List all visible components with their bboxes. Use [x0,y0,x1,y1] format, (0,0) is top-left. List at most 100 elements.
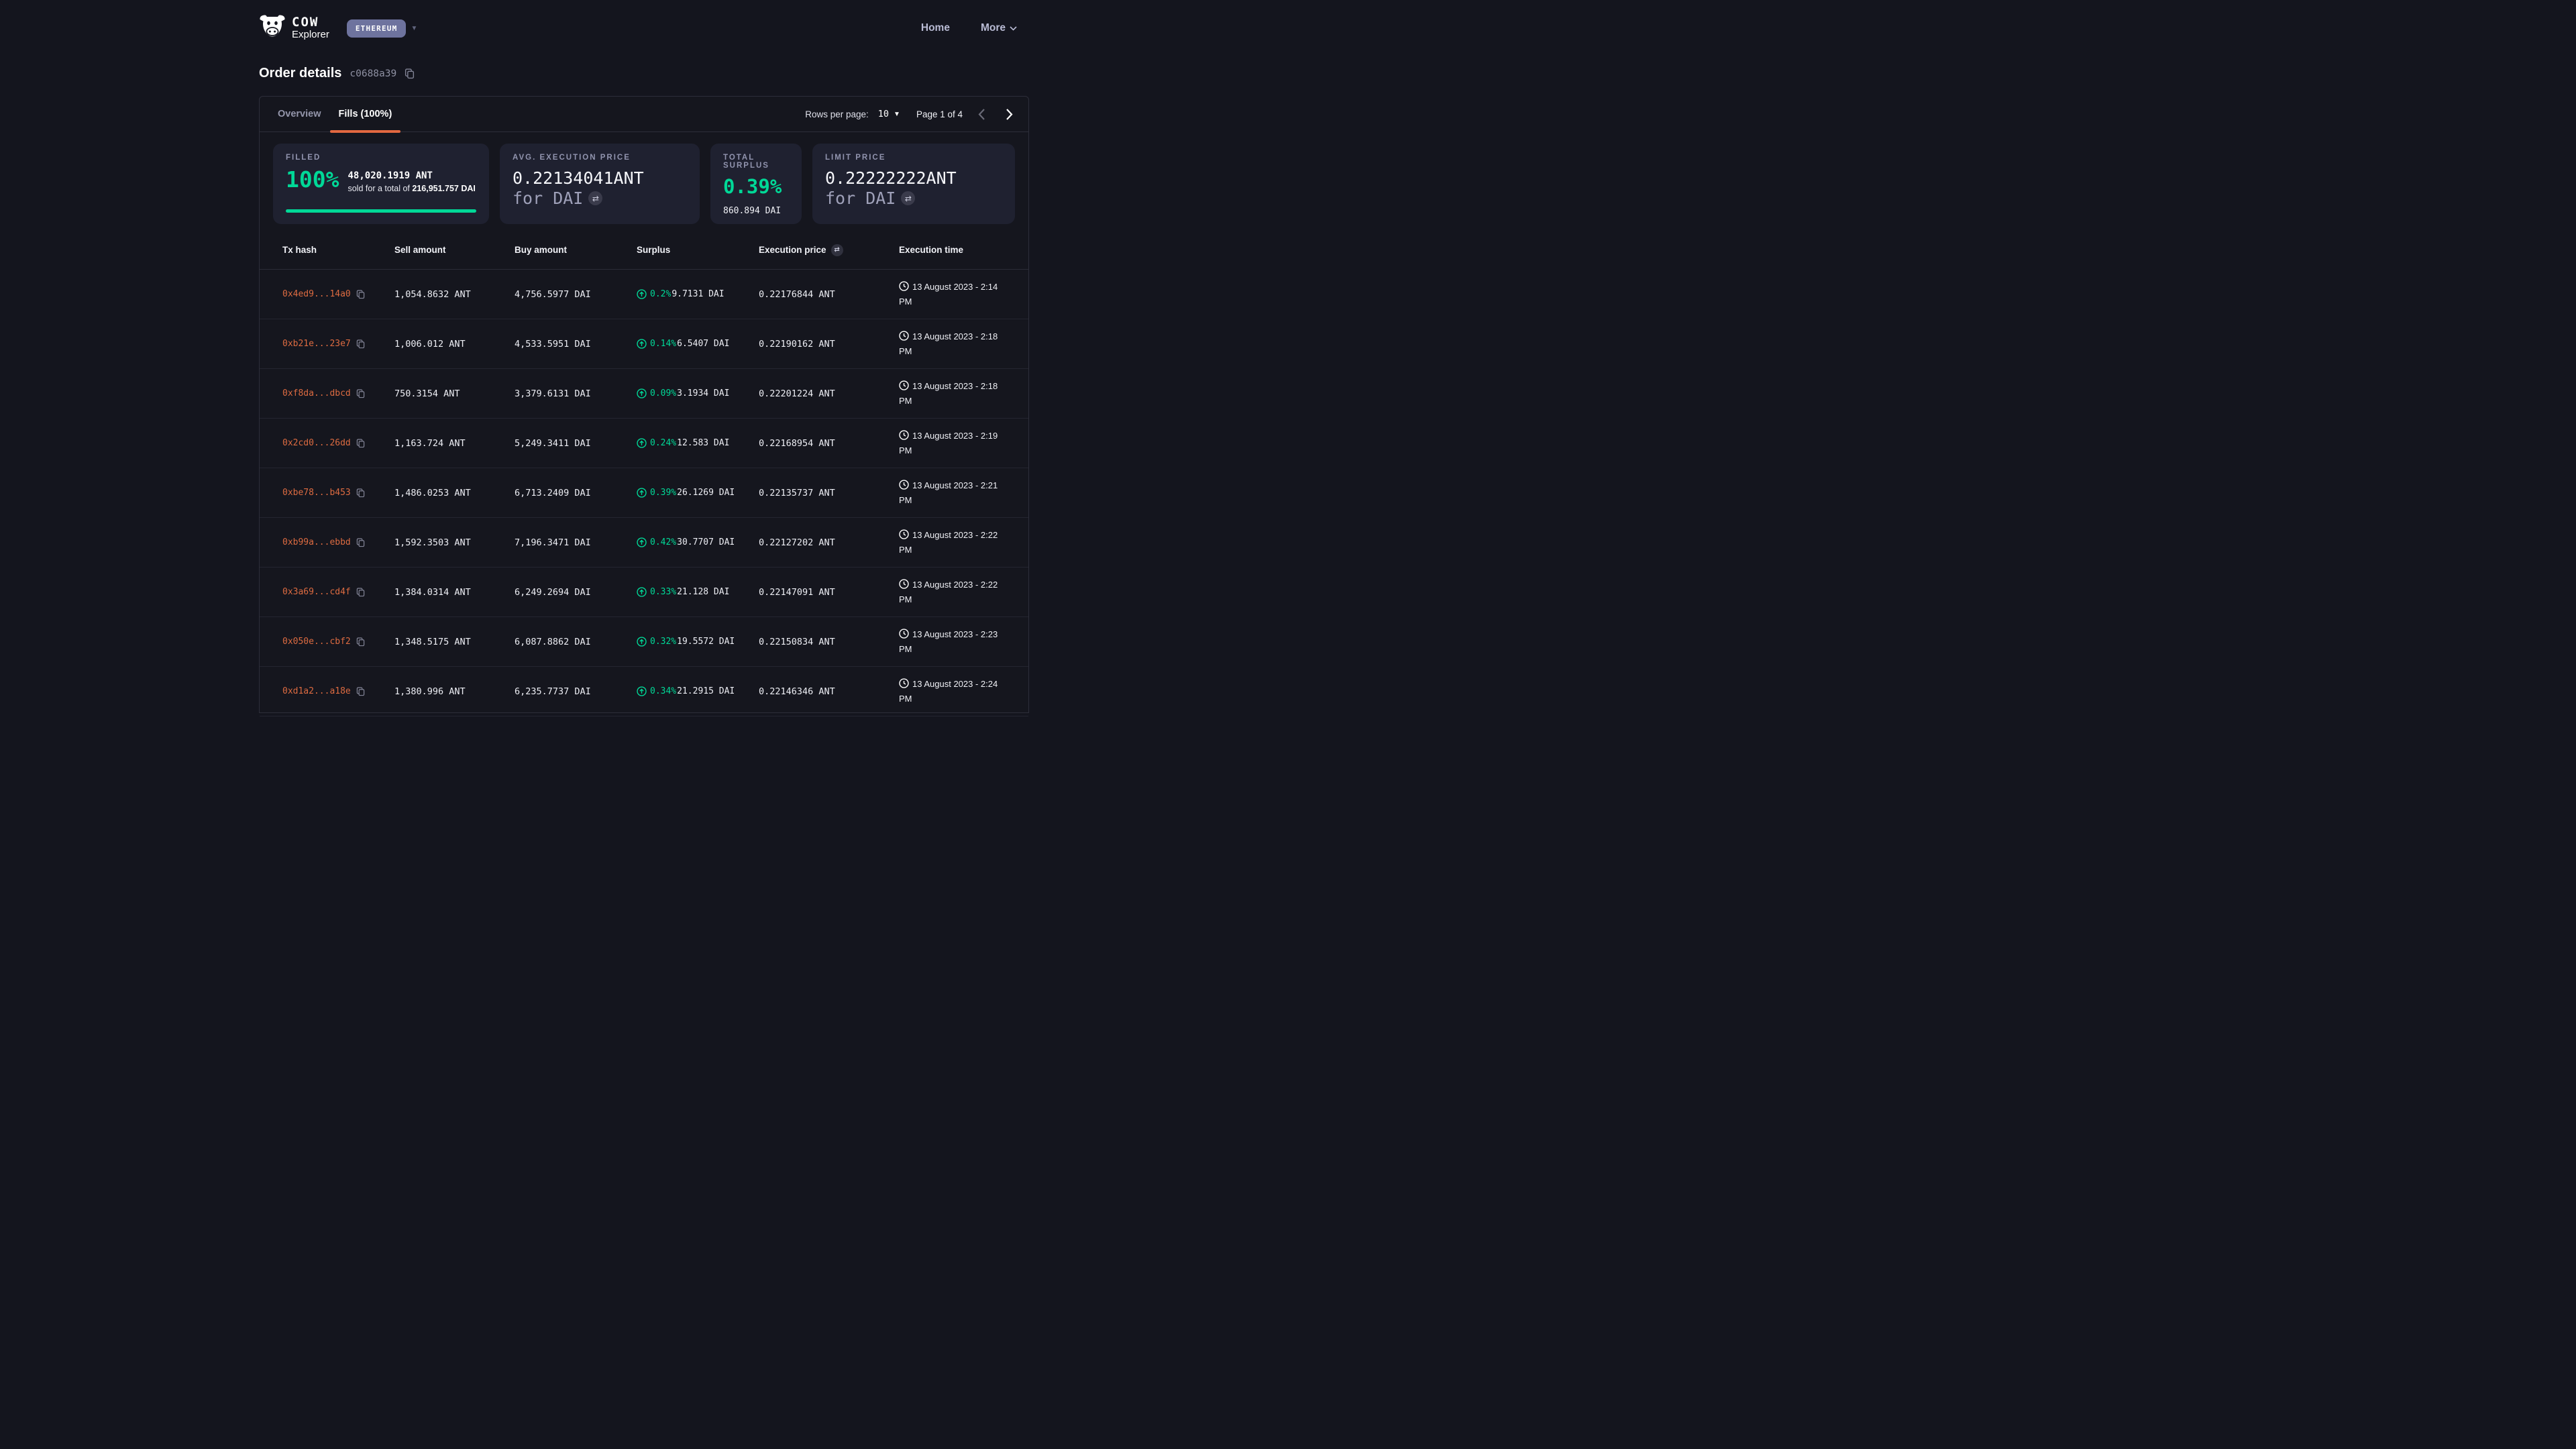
surplus-percent: 0.33% [650,587,676,597]
surplus-up-icon [637,388,647,398]
surplus-percent: 0.42% [650,537,676,547]
clock-icon [899,380,909,394]
logo-word-explorer: Explorer [292,30,329,40]
swap-price-icon[interactable]: ⇄ [831,244,843,256]
surplus-amount: 6.5407 DAI [677,339,729,349]
network-caret-icon[interactable]: ▼ [411,25,417,32]
surplus-amount: 3.1934 DAI [677,388,729,398]
sell-amount: 1,163.724 ANT [394,438,515,449]
nav-link-more[interactable]: More [981,22,1017,34]
copy-tx-hash-button[interactable] [356,389,365,398]
table-row: 0x050e...cbf2 1,348.5175 ANT 6,087.8862 … [260,617,1028,667]
total-surplus-card: TOTAL SURPLUS 0.39% 860.894 DAI [710,144,802,224]
surplus-up-icon [637,488,647,498]
surplus-amount: 30.7707 DAI [677,537,735,547]
fills-table-header: Tx hash Sell amount Buy amount Surplus E… [260,231,1028,270]
clock-icon [899,281,909,295]
surplus-percent: 0.09% [650,388,676,398]
execution-time: 13 August 2023 - 2:21 PM [899,479,1006,506]
tx-hash-link[interactable]: 0x050e...cbf2 [282,637,351,647]
surplus-cell: 0.42% 30.7707 DAI [637,537,759,547]
clock-icon [899,629,909,643]
column-execution-time: Execution time [899,245,1006,255]
surplus-cell: 0.2% 9.7131 DAI [637,289,759,299]
copy-tx-hash-button[interactable] [356,588,365,597]
surplus-cell: 0.09% 3.1934 DAI [637,388,759,398]
sell-amount: 1,054.8632 ANT [394,289,515,300]
clock-icon [899,579,909,593]
buy-amount: 4,533.5951 DAI [515,339,637,350]
surplus-percent: 0.34% [650,686,676,696]
swap-icon[interactable]: ⇄ [901,191,915,205]
previous-page-button[interactable] [972,105,991,123]
cow-explorer-logo[interactable]: COW Explorer [259,14,329,42]
execution-time: 13 August 2023 - 2:22 PM [899,578,1006,606]
rows-per-page-select[interactable]: 10 ▼ [878,109,900,119]
limit-price-value: 0.22222222ANT [825,168,1002,189]
execution-time: 13 August 2023 - 2:18 PM [899,330,1006,358]
filled-card: FILLED 100% 48,020.1919 ANT sold for a t… [273,144,489,224]
filled-percent: 100% [286,168,339,191]
copy-tx-hash-button[interactable] [356,290,365,299]
swap-icon[interactable]: ⇄ [588,191,602,205]
surplus-amount: 21.128 DAI [677,587,729,597]
surplus-up-icon [637,686,647,696]
chevron-down-icon [1010,22,1017,34]
limit-price-card: LIMIT PRICE 0.22222222ANT for DAI ⇄ [812,144,1015,224]
filled-progress-bar [286,209,476,213]
execution-time: 13 August 2023 - 2:22 PM [899,529,1006,556]
surplus-percent: 0.24% [650,438,676,448]
total-surplus-amount: 860.894 DAI [723,206,789,216]
tab-overview[interactable]: Overview [269,97,330,132]
buy-amount: 3,379.6131 DAI [515,388,637,399]
tx-hash-link[interactable]: 0xf8da...dbcd [282,388,351,398]
tx-hash-link[interactable]: 0xd1a2...a18e [282,686,351,696]
nav-link-home[interactable]: Home [921,22,950,34]
network-badge[interactable]: ETHEREUM [347,19,407,38]
copy-order-id-button[interactable] [405,68,415,79]
copy-tx-hash-button[interactable] [356,687,365,696]
copy-tx-hash-button[interactable] [356,637,365,647]
execution-price: 0.22150834 ANT [759,637,899,647]
clock-icon [899,430,909,444]
execution-price: 0.22190162 ANT [759,339,899,350]
summary-cards: FILLED 100% 48,020.1919 ANT sold for a t… [260,132,1028,231]
logo-word-cow: COW [292,16,329,30]
tx-hash-link[interactable]: 0xb21e...23e7 [282,339,351,349]
surplus-up-icon [637,537,647,547]
surplus-cell: 0.14% 6.5407 DAI [637,339,759,349]
tx-hash-link[interactable]: 0x4ed9...14a0 [282,289,351,299]
tx-hash-link[interactable]: 0xb99a...ebbd [282,537,351,547]
limit-price-label: LIMIT PRICE [825,154,1002,162]
surplus-up-icon [637,587,647,597]
table-row: 0xb21e...23e7 1,006.012 ANT 4,533.5951 D… [260,319,1028,369]
surplus-amount: 26.1269 DAI [677,488,735,498]
table-row: 0xd1a2...a18e 1,380.996 ANT 6,235.7737 D… [260,667,1028,716]
clock-icon [899,331,909,345]
avg-price-label: AVG. EXECUTION PRICE [513,154,687,162]
filled-label: FILLED [286,154,476,162]
surplus-percent: 0.2% [650,289,671,299]
next-page-button[interactable] [1000,105,1019,123]
surplus-up-icon [637,438,647,448]
execution-time: 13 August 2023 - 2:18 PM [899,380,1006,407]
execution-price: 0.22147091 ANT [759,587,899,598]
tx-hash-link[interactable]: 0xbe78...b453 [282,488,351,498]
copy-tx-hash-button[interactable] [356,488,365,498]
surplus-percent: 0.32% [650,637,676,647]
buy-amount: 6,249.2694 DAI [515,587,637,598]
copy-tx-hash-button[interactable] [356,538,365,547]
table-row: 0x2cd0...26dd 1,163.724 ANT 5,249.3411 D… [260,419,1028,468]
total-surplus-label: TOTAL SURPLUS [723,154,789,170]
copy-tx-hash-button[interactable] [356,339,365,349]
copy-tx-hash-button[interactable] [356,439,365,448]
surplus-percent: 0.39% [650,488,676,498]
top-navbar: COW Explorer ETHEREUM ▼ Home More [0,0,1288,56]
sell-amount: 1,006.012 ANT [394,339,515,350]
page-title-row: Order details c0688a39 [259,66,1029,81]
tabs-row: Overview Fills (100%) Rows per page: 10 … [260,97,1028,132]
tx-hash-link[interactable]: 0x3a69...cd4f [282,587,351,597]
tab-fills[interactable]: Fills (100%) [330,97,401,132]
tx-hash-link[interactable]: 0x2cd0...26dd [282,438,351,448]
surplus-cell: 0.33% 21.128 DAI [637,587,759,597]
